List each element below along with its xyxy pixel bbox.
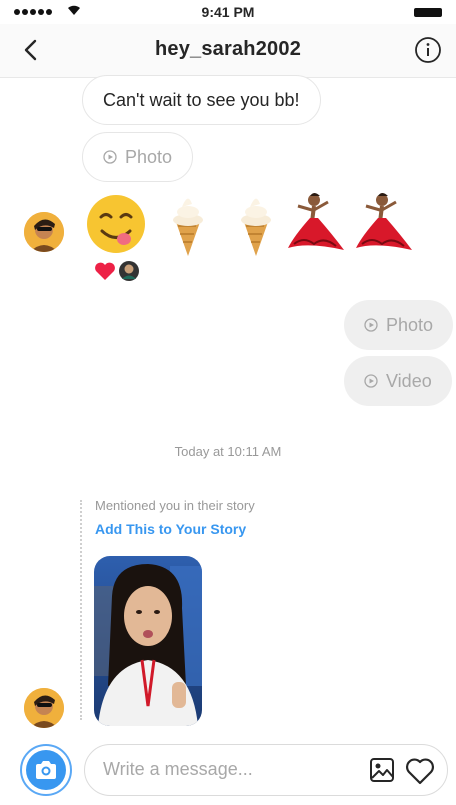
camera-button[interactable] [20,744,72,796]
incoming-photo-bubble[interactable]: Photo [82,132,194,182]
battery-icon [414,8,442,17]
emoji-message[interactable] [84,190,424,262]
heart-reaction-icon [95,262,115,280]
soft-ice-cream-emoji [173,198,203,256]
play-icon [364,374,378,388]
reactor-avatar-icon [119,261,139,281]
message-input-box[interactable] [84,744,448,796]
info-icon[interactable] [414,36,442,64]
play-icon [364,318,378,332]
outgoing-photo-bubble[interactable]: Photo [344,300,454,350]
gallery-icon[interactable] [369,757,395,783]
dancer-emoji [356,193,412,250]
conversation-username[interactable]: hey_sarah2002 [0,38,456,61]
message-input[interactable] [103,745,353,794]
incoming-message-bubble[interactable]: Can't wait to see you bb! [82,75,321,125]
story-thumbnail[interactable] [94,556,202,726]
message-reactions[interactable] [94,260,140,282]
photo-label: Photo [125,146,173,167]
camera-icon [26,750,66,790]
outgoing-video-bubble[interactable]: Video [344,356,452,406]
chat-header: hey_sarah2002 [0,24,456,78]
yum-face-emoji [87,195,145,253]
add-to-story-link[interactable]: Add This to Your Story [95,521,246,537]
heart-icon[interactable] [405,757,435,785]
sender-avatar[interactable] [24,688,64,728]
sender-avatar[interactable] [24,212,64,252]
status-time: 9:41 PM [201,4,255,20]
story-mention-text: Mentioned you in their story [95,498,255,513]
play-icon [103,150,117,164]
status-bar: 9:41 PM [0,0,456,24]
story-reply-line [80,500,82,720]
message-text: Can't wait to see you bb! [103,89,300,110]
message-timestamp: Today at 10:11 AM [174,444,282,459]
video-label: Video [386,370,432,391]
message-composer [0,738,456,805]
soft-ice-cream-emoji [241,198,271,256]
dancer-emoji [288,193,344,250]
photo-label: Photo [386,314,434,335]
